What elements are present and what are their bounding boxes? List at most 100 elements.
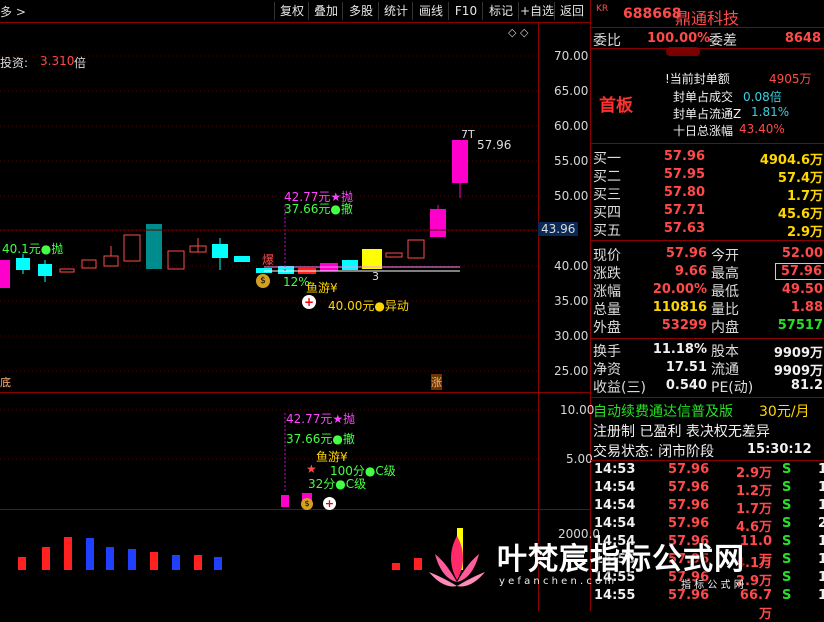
toolbar-fuquan-button[interactable]: 复权 xyxy=(274,2,309,20)
quote-value: 9.66 xyxy=(674,264,707,279)
sub-y-tick: 5.00 xyxy=(566,452,593,466)
coin-icon: $ xyxy=(256,274,270,288)
toolbar-back-button[interactable]: 返回 xyxy=(554,2,589,20)
trade-volume: 4.1万 xyxy=(735,556,772,571)
toolbar-add-watchlist-button[interactable]: +自选 xyxy=(518,2,555,20)
trade-side: S xyxy=(782,552,792,567)
toolbar-mark-button[interactable]: 标记 xyxy=(482,2,519,20)
trade-price: 57.96 xyxy=(668,534,710,549)
trade-count: 1 xyxy=(818,570,824,585)
quote2-label: 净资 xyxy=(593,362,621,378)
first-board-badge: 首板 xyxy=(599,96,633,116)
weibi-value: 100.00% xyxy=(647,31,711,46)
trade-status: 交易状态: 闭市阶段 xyxy=(593,444,715,460)
quote-value: 110816 xyxy=(652,300,707,315)
toolbar-draw-button[interactable]: 画线 xyxy=(412,2,449,20)
toolbar-stats-button[interactable]: 统计 xyxy=(378,2,413,20)
plus-circle-icon: + xyxy=(302,295,316,309)
quote-label: 量比 xyxy=(711,302,739,318)
abnormal-label: 40.00元●异动 xyxy=(328,299,409,313)
quote2-label: 股本 xyxy=(711,344,739,360)
quote2-value: 9909万 xyxy=(773,346,823,361)
bid-price: 57.63 xyxy=(663,221,705,236)
quote-value: 53299 xyxy=(661,318,707,333)
trade-volume: 1.7万 xyxy=(735,502,772,517)
y-tick: 55.00 xyxy=(554,154,589,168)
trade-price: 57.96 xyxy=(668,570,710,585)
quote2-value: 9909万 xyxy=(773,364,823,379)
bid-price: 57.71 xyxy=(663,203,705,218)
sub-star-label: ★ xyxy=(306,462,317,476)
trade-row: 14:54 57.96 11.0万 S 1 xyxy=(592,534,824,568)
trade-count: 1 xyxy=(818,480,824,495)
trade-time: 14:55 xyxy=(594,552,636,567)
sub-coin-icon: $ xyxy=(301,498,313,510)
trade-row: 14:54 57.96 4.6万 S 2 xyxy=(592,516,824,535)
quote2-value: 11.18% xyxy=(652,342,707,357)
y-tick: 35.00 xyxy=(554,294,589,308)
trade-side: S xyxy=(782,534,792,549)
trade-price: 57.96 xyxy=(668,516,710,531)
trade-side: S xyxy=(782,570,792,585)
candle xyxy=(0,260,10,288)
quote2-label: 换手 xyxy=(593,344,621,360)
trade-row: 14:55 57.96 4.1万 S 1 xyxy=(592,552,824,571)
trade-row: 14:55 57.96 2.9万 S 1 xyxy=(592,570,824,589)
promo-price[interactable]: 30元/月 xyxy=(759,401,810,421)
stock-name: 鼎通科技 xyxy=(675,9,740,28)
bid-label: 买一 xyxy=(593,151,621,167)
stat-label: !当前封单额 xyxy=(665,72,730,86)
quote2-value: 0.540 xyxy=(665,378,707,393)
bid-volume: 1.7万 xyxy=(786,189,823,204)
quote-label: 最低 xyxy=(711,284,739,300)
trade-volume: 1.2万 xyxy=(735,484,772,499)
y-tick: 65.00 xyxy=(554,84,589,98)
trade-time: 14:55 xyxy=(594,570,636,585)
volume-chart[interactable] xyxy=(0,510,538,611)
trade-count: 2 xyxy=(818,516,824,531)
trade-price: 57.96 xyxy=(668,588,710,603)
peak-price: 57.96 xyxy=(477,138,512,152)
bid-label: 买五 xyxy=(593,223,621,239)
toolbar-overlay-button[interactable]: 叠加 xyxy=(308,2,343,20)
toolbar-f10-button[interactable]: F10 xyxy=(448,2,483,20)
trade-side: S xyxy=(782,480,792,495)
stat-label: 封单占流通Z xyxy=(673,107,742,121)
sub-indicator-chart[interactable]: 42.77元★抛 37.66元●撤 鱼游¥ ★ 100分●C级 32分●C级 $… xyxy=(0,393,538,510)
trade-side: S xyxy=(782,498,792,513)
auto-renew-link[interactable]: 自动续费通达信普及版 xyxy=(593,401,733,421)
quote-value: 20.00% xyxy=(652,282,707,297)
trade-time: 14:55 xyxy=(594,588,636,603)
quote-label: 涨跌 xyxy=(593,266,621,282)
bid-label: 买三 xyxy=(593,187,621,203)
toolbar-multi-stock-button[interactable]: 多股 xyxy=(342,2,379,20)
trade-time: 14:54 xyxy=(594,480,636,495)
stat-value: 4905万 xyxy=(769,72,812,86)
sub-32-label: 32分●C级 xyxy=(308,477,367,491)
quote-value: 1.88 xyxy=(790,300,823,315)
main-kline-chart[interactable]: 投资: 3.310 倍 7T 57.96 42.77元★抛 37.66元●撤 4… xyxy=(0,22,538,392)
trade-side: S xyxy=(782,516,792,531)
trade-time: 14:54 xyxy=(594,498,636,513)
weibi-label: 委比 xyxy=(593,33,621,49)
quote-value: 49.50 xyxy=(781,282,823,297)
y-tick: 30.00 xyxy=(554,329,589,343)
quote-value: 57.96 xyxy=(775,263,824,280)
trade-side: S xyxy=(782,588,792,603)
trade-count: 1 xyxy=(818,462,824,477)
toolbar-left-label[interactable]: 多 > xyxy=(0,3,26,20)
market-tag: KR xyxy=(596,4,609,14)
stat-value: 43.40% xyxy=(739,122,785,136)
weicha-value: 8648 xyxy=(784,31,821,46)
trade-row: 14:54 57.96 1.2万 S 1 xyxy=(592,480,824,499)
registration-info: 注册制 已盈利 表决权无差异 xyxy=(593,424,770,440)
sub-y-axis: 10.00 5.00 xyxy=(538,393,594,509)
trade-count: 1 xyxy=(818,552,824,567)
bid-volume: 57.4万 xyxy=(777,171,823,186)
trade-price: 57.96 xyxy=(668,552,710,567)
bao-label: 爆 xyxy=(262,253,275,267)
quote-label: 最高 xyxy=(711,266,739,282)
quote-label: 今开 xyxy=(711,248,739,264)
bid-label: 买二 xyxy=(593,169,621,185)
chart-toolbar: 多 > 复权 叠加 多股 统计 画线 F10 标记 +自选 返回 xyxy=(0,0,590,23)
